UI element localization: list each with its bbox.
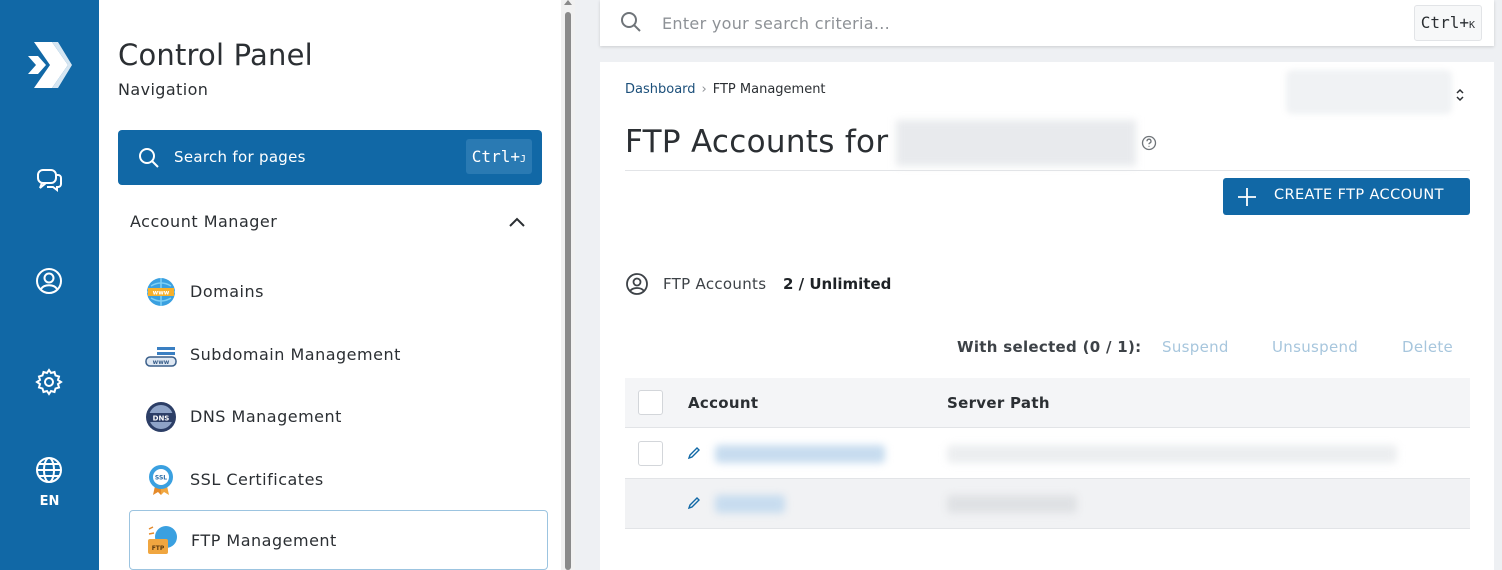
create-button-label: CREATE FTP ACCOUNT [1274, 187, 1444, 203]
unsuspend-button[interactable]: Unsuspend [1272, 338, 1358, 356]
pencil-icon[interactable] [687, 446, 701, 460]
svg-text:www: www [153, 359, 170, 366]
nav-item-ssl-certificates[interactable]: SSL SSL Certificates [129, 450, 548, 510]
nav-item-label: Subdomain Management [190, 345, 401, 364]
gear-icon[interactable] [33, 366, 65, 398]
select-all-checkbox[interactable] [638, 390, 663, 415]
redacted-account[interactable] [715, 445, 885, 463]
user-circle-icon[interactable] [33, 265, 65, 297]
usage-label: FTP Accounts [663, 275, 767, 293]
nav-subtitle: Navigation [118, 80, 209, 99]
breadcrumb: Dashboard › FTP Management [625, 82, 826, 97]
shortcut-hint: Ctrl+J [465, 139, 532, 174]
nav-scrollbar-thumb[interactable] [565, 12, 571, 570]
navigation-panel: Control Panel Navigation Search for page… [99, 0, 561, 570]
usage-value: 2 / Unlimited [783, 275, 892, 293]
chevron-up-icon[interactable] [507, 212, 527, 232]
nav-item-ftp-management[interactable]: FTP FTP Management [129, 510, 548, 570]
app-rail: EN [0, 0, 99, 570]
nav-item-domains[interactable]: www Domains [129, 262, 548, 322]
chat-icon[interactable] [33, 164, 65, 196]
breadcrumb-current: FTP Management [712, 82, 826, 97]
page-search-label: Search for pages [174, 148, 306, 166]
bulk-actions-label: With selected (0 / 1): [957, 338, 1142, 356]
svg-text:www: www [153, 290, 170, 297]
dns-icon: DNS [146, 402, 176, 432]
user-circle-icon [626, 273, 648, 295]
section-account-manager[interactable]: Account Manager [130, 212, 277, 231]
nav-item-subdomain-management[interactable]: www Subdomain Management [129, 325, 548, 385]
nav-item-label: Domains [190, 282, 264, 301]
svg-text:SSL: SSL [155, 475, 167, 482]
create-ftp-account-button[interactable]: CREATE FTP ACCOUNT [1223, 178, 1470, 215]
suspend-button[interactable]: Suspend [1162, 338, 1229, 356]
nav-item-label: SSL Certificates [190, 470, 324, 489]
nav-item-dns-management[interactable]: DNS DNS Management [129, 387, 548, 447]
svg-text:FTP: FTP [152, 545, 165, 552]
logo-icon[interactable] [26, 40, 72, 90]
ftp-folder-icon: FTP [148, 526, 177, 554]
shortcut-hint: Ctrl+K [1413, 5, 1482, 41]
nav-item-label: FTP Management [191, 531, 337, 550]
divider [625, 170, 1470, 171]
search-icon [139, 148, 159, 168]
plus-icon [1238, 188, 1256, 206]
redacted-domain [896, 120, 1136, 166]
global-search-input[interactable] [662, 8, 1362, 38]
table-row [625, 479, 1470, 529]
table-row [625, 429, 1470, 479]
www-globe-icon: www [147, 278, 175, 306]
redacted-server-path [947, 495, 1077, 513]
nav-item-label: DNS Management [190, 407, 342, 426]
nav-title: Control Panel [118, 38, 313, 72]
delete-button[interactable]: Delete [1402, 338, 1453, 356]
breadcrumb-separator-icon: › [701, 82, 707, 97]
column-account[interactable]: Account [688, 394, 758, 412]
page-title: FTP Accounts for [625, 124, 889, 160]
row-checkbox[interactable] [638, 441, 663, 466]
language-switch[interactable]: EN [0, 494, 99, 509]
globe-icon[interactable] [33, 454, 65, 486]
redacted-server-path [947, 445, 1397, 463]
ssl-badge-icon: SSL [149, 465, 173, 495]
redacted-account[interactable] [715, 495, 785, 513]
account-selector[interactable] [1286, 70, 1452, 114]
content-card: Dashboard › FTP Management FTP Accounts fo… [600, 62, 1494, 570]
column-server-path[interactable]: Server Path [947, 394, 1050, 412]
chevron-up-down-icon[interactable] [1455, 88, 1465, 102]
pencil-icon[interactable] [687, 496, 701, 510]
help-icon[interactable] [1141, 135, 1157, 151]
scroll-up-arrow-icon[interactable] [564, 0, 572, 5]
breadcrumb-dashboard[interactable]: Dashboard [625, 82, 696, 97]
page-search-button[interactable]: Search for pages Ctrl+J [118, 130, 542, 185]
global-search-bar: Ctrl+K [600, 0, 1494, 46]
svg-text:DNS: DNS [153, 415, 170, 423]
subdomain-icon: www [145, 347, 177, 367]
table-header: Account Server Path [625, 378, 1470, 428]
search-icon [621, 12, 641, 32]
